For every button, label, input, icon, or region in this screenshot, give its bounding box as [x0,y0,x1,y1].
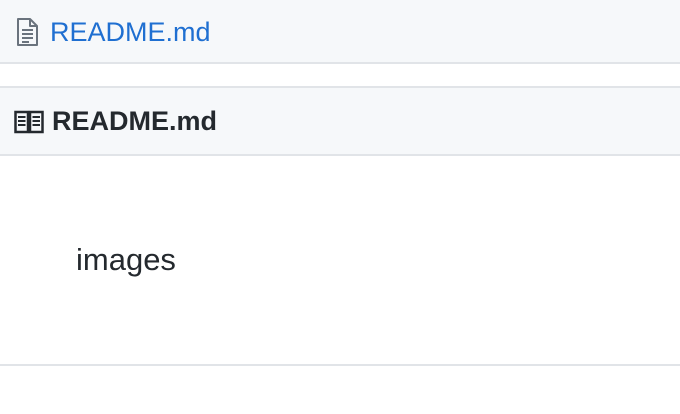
file-text-icon [16,18,38,46]
readme-body: images [0,156,680,366]
spacer [0,64,680,86]
readme-header: README.md [0,86,680,156]
file-link-readme[interactable]: README.md [50,14,211,50]
book-icon [14,110,44,134]
file-list-row: README.md [0,0,680,64]
readme-title: README.md [52,106,218,136]
readme-content: images [76,242,176,277]
